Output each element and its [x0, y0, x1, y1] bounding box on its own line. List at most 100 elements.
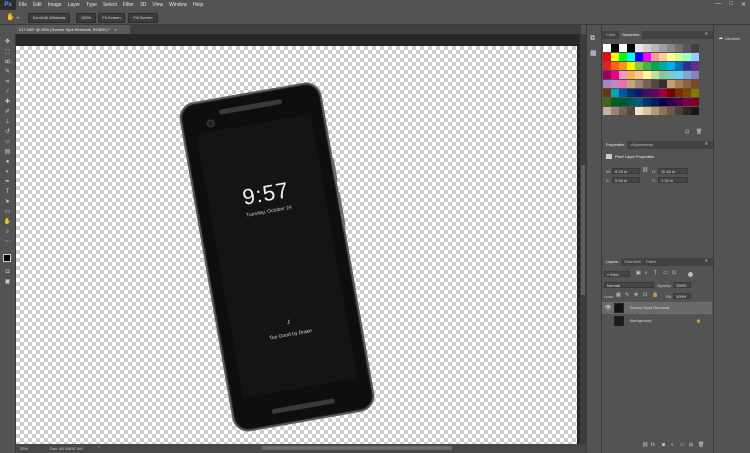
brushes-panel-icon[interactable]: ▦ — [590, 49, 597, 57]
tab-swatches[interactable]: Swatches — [619, 31, 643, 39]
color-swatch[interactable] — [651, 71, 659, 79]
layer-name[interactable]: Background — [630, 315, 651, 327]
color-swatch[interactable] — [603, 98, 611, 106]
color-swatch[interactable] — [643, 98, 651, 106]
menu-type[interactable]: Type — [83, 2, 100, 8]
color-swatch[interactable] — [619, 71, 627, 79]
lock-artboard-icon[interactable]: ⊡ — [643, 292, 647, 298]
tab-properties[interactable]: Properties — [603, 141, 628, 149]
color-swatch[interactable] — [611, 80, 619, 88]
new-group-icon[interactable]: ▭ — [680, 442, 685, 448]
tab-layers[interactable]: Layers — [603, 258, 622, 266]
path-selection-tool-icon[interactable]: ➤ — [3, 198, 12, 206]
edit-toolbar-icon[interactable]: ⋯ — [3, 238, 12, 246]
layer-style-icon[interactable]: fx — [651, 442, 655, 448]
panel-menu-icon[interactable]: ≡ — [705, 31, 708, 37]
color-swatch[interactable] — [683, 80, 691, 88]
link-layers-icon[interactable]: ⛓ — [642, 442, 648, 448]
menu-view[interactable]: View — [149, 2, 166, 8]
panel-menu-icon[interactable]: ≡ — [705, 258, 708, 264]
color-swatch[interactable] — [603, 107, 611, 115]
lasso-tool-icon[interactable]: ꝏ — [3, 58, 12, 66]
status-menu-arrow-icon[interactable]: › — [98, 445, 100, 451]
fit-screen-button[interactable]: Fit Screen — [98, 13, 125, 23]
color-swatch[interactable] — [603, 62, 611, 70]
new-adjustment-layer-icon[interactable]: ◐ — [671, 442, 674, 448]
zoom-tool-icon[interactable]: ⌕ — [3, 228, 12, 236]
scroll-all-windows-checkbox[interactable]: Scroll All Windows — [28, 13, 70, 23]
new-swatch-icon[interactable]: ⊡ — [685, 129, 689, 135]
menu-image[interactable]: Image — [45, 2, 65, 8]
color-swatch[interactable] — [659, 44, 667, 52]
blend-mode-dropdown[interactable]: Normal — [604, 282, 654, 288]
color-swatch[interactable] — [627, 89, 635, 97]
color-swatch[interactable] — [675, 53, 683, 61]
color-swatch[interactable] — [635, 62, 643, 70]
add-mask-icon[interactable]: ◙ — [662, 442, 665, 448]
filter-type-icon[interactable]: T — [654, 270, 657, 276]
color-swatch[interactable] — [675, 71, 683, 79]
color-swatch[interactable] — [659, 62, 667, 70]
color-swatch[interactable] — [651, 107, 659, 115]
move-tool-icon[interactable]: ✥ — [3, 38, 12, 46]
color-swatch[interactable] — [603, 71, 611, 79]
lock-all-icon[interactable]: 🔒 — [652, 292, 658, 298]
color-swatch[interactable] — [667, 53, 675, 61]
color-swatch[interactable] — [667, 71, 675, 79]
color-swatch[interactable] — [635, 107, 643, 115]
crop-tool-icon[interactable]: ⌗ — [3, 78, 12, 86]
color-swatch[interactable] — [651, 80, 659, 88]
maximize-button[interactable]: □ — [729, 1, 733, 8]
color-swatch[interactable] — [675, 62, 683, 70]
color-swatch[interactable] — [611, 107, 619, 115]
color-swatch[interactable] — [619, 98, 627, 106]
filter-pixel-icon[interactable]: ▣ — [636, 270, 641, 276]
color-swatch[interactable] — [691, 107, 699, 115]
panel-menu-icon[interactable]: ≡ — [705, 141, 708, 147]
history-brush-tool-icon[interactable]: ↺ — [3, 128, 12, 136]
color-swatch[interactable] — [603, 44, 611, 52]
color-swatch[interactable] — [651, 44, 659, 52]
pen-tool-icon[interactable]: ✒ — [3, 178, 12, 186]
delete-swatch-icon[interactable]: 🗑 — [696, 129, 702, 135]
color-swatch[interactable] — [603, 89, 611, 97]
tool-preset-dropdown-icon[interactable]: ▾ — [17, 15, 19, 20]
clone-stamp-tool-icon[interactable]: ⊥ — [3, 118, 12, 126]
quick-select-tool-icon[interactable]: ✎ — [3, 68, 12, 76]
color-swatch[interactable] — [659, 71, 667, 79]
tab-paths[interactable]: Paths — [643, 258, 659, 266]
zoom-level[interactable]: 25% — [20, 446, 28, 451]
height-field[interactable]: 11.48 in — [658, 168, 688, 174]
color-swatch[interactable] — [635, 53, 643, 61]
color-swatch[interactable] — [619, 89, 627, 97]
color-swatch[interactable] — [627, 53, 635, 61]
color-swatch[interactable] — [651, 53, 659, 61]
libraries-icon[interactable]: ☁ — [718, 35, 723, 41]
color-swatch[interactable] — [635, 71, 643, 79]
color-swatch[interactable] — [683, 107, 691, 115]
color-swatch[interactable] — [627, 98, 635, 106]
color-swatch[interactable] — [611, 98, 619, 106]
color-swatch[interactable] — [675, 98, 683, 106]
color-swatch[interactable] — [619, 80, 627, 88]
color-swatch[interactable] — [667, 89, 675, 97]
layer-row[interactable]: Background 🔒 — [602, 315, 712, 327]
menu-3d[interactable]: 3D — [137, 2, 149, 8]
color-swatch[interactable] — [643, 80, 651, 88]
color-swatch[interactable] — [635, 98, 643, 106]
hand-tool-icon[interactable]: ✋ — [6, 13, 15, 21]
color-swatch[interactable] — [675, 107, 683, 115]
delete-layer-icon[interactable]: 🗑 — [698, 442, 704, 448]
color-swatch[interactable] — [683, 98, 691, 106]
color-swatch[interactable] — [683, 89, 691, 97]
color-swatch[interactable] — [651, 98, 659, 106]
color-swatch[interactable] — [627, 80, 635, 88]
brush-tool-icon[interactable]: ✐ — [3, 108, 12, 116]
horizontal-scroll-thumb[interactable] — [262, 446, 452, 450]
color-swatch[interactable] — [691, 89, 699, 97]
screen-mode-icon[interactable]: ▣ — [3, 278, 12, 286]
eyedropper-tool-icon[interactable]: ⁄ — [3, 88, 12, 96]
minimize-button[interactable]: — — [715, 1, 721, 8]
filter-kind-dropdown[interactable]: ⌕ Kind — [604, 271, 630, 277]
opacity-field[interactable]: 100% — [673, 282, 691, 288]
